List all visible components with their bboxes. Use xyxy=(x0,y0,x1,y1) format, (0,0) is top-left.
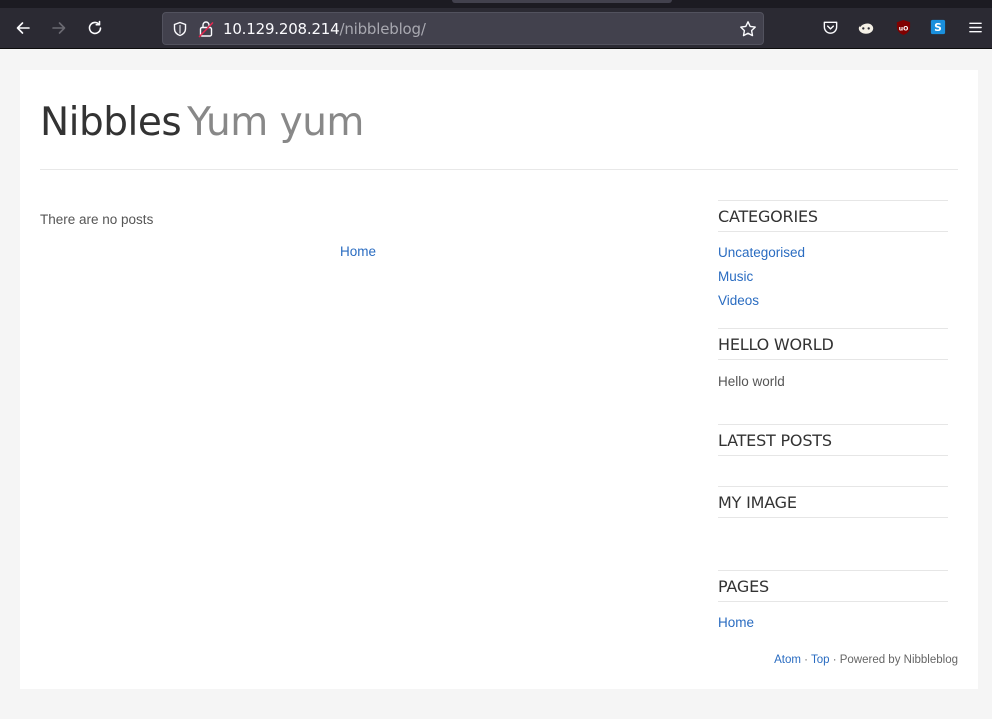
menu-icon[interactable] xyxy=(966,18,984,36)
extension-icon[interactable] xyxy=(857,18,875,36)
site-title: Nibbles Yum yum xyxy=(40,100,364,145)
latest-posts-title: LATEST POSTS xyxy=(718,424,948,456)
site-slogan: Yum yum xyxy=(187,100,364,145)
category-link-uncategorised[interactable]: Uncategorised xyxy=(718,245,805,260)
ublock-icon[interactable]: uO xyxy=(894,18,912,36)
list-item: Home xyxy=(718,614,948,632)
url-text[interactable]: 10.129.208.214/nibbleblog/ xyxy=(223,20,426,38)
pager-home-link[interactable]: Home xyxy=(340,244,376,259)
svg-text:S: S xyxy=(934,21,942,34)
forward-icon[interactable] xyxy=(45,14,73,42)
back-icon[interactable] xyxy=(9,14,37,42)
list-item: Uncategorised xyxy=(718,244,948,262)
footer-separator: · xyxy=(800,654,811,666)
blog-page: Nibbles Yum yum There are no posts Home C… xyxy=(20,70,978,689)
my-image-widget: MY IMAGE xyxy=(718,486,948,518)
browser-toolbar: 10.129.208.214/nibbleblog/ uO S xyxy=(0,0,992,49)
top-link[interactable]: Top xyxy=(811,654,830,666)
hello-world-text: Hello world xyxy=(718,374,785,389)
category-link-music[interactable]: Music xyxy=(718,269,753,284)
bookmark-star-icon[interactable] xyxy=(739,20,757,38)
list-item: Videos xyxy=(718,292,948,310)
address-bar[interactable]: 10.129.208.214/nibbleblog/ xyxy=(162,12,764,45)
insecure-lock-icon[interactable] xyxy=(198,20,214,38)
categories-list: Uncategorised Music Videos xyxy=(718,244,948,310)
reload-icon[interactable] xyxy=(81,14,109,42)
header-divider xyxy=(40,169,958,170)
category-link-videos[interactable]: Videos xyxy=(718,293,759,308)
list-item: Music xyxy=(718,268,948,286)
active-tab[interactable] xyxy=(452,0,672,3)
my-image-title: MY IMAGE xyxy=(718,486,948,518)
s-extension-icon[interactable]: S xyxy=(929,18,947,36)
site-name[interactable]: Nibbles xyxy=(40,100,182,145)
categories-title: CATEGORIES xyxy=(718,200,948,232)
empty-posts-message: There are no posts xyxy=(40,212,154,227)
pocket-icon[interactable] xyxy=(821,18,839,36)
pages-list: Home xyxy=(718,614,948,632)
url-host: 10.129.208.214 xyxy=(223,20,340,38)
pages-widget: PAGES Home xyxy=(718,570,948,638)
latest-posts-widget: LATEST POSTS xyxy=(718,424,948,456)
categories-widget: CATEGORIES Uncategorised Music Videos xyxy=(718,200,948,316)
hello-world-widget: HELLO WORLD Hello world xyxy=(718,328,948,389)
pages-title: PAGES xyxy=(718,570,948,602)
shield-icon[interactable] xyxy=(172,21,188,37)
atom-feed-link[interactable]: Atom xyxy=(774,654,801,666)
page-link-home[interactable]: Home xyxy=(718,615,754,630)
powered-by-text: · Powered by Nibbleblog xyxy=(829,654,958,666)
hello-world-title: HELLO WORLD xyxy=(718,328,948,360)
svg-text:uO: uO xyxy=(898,25,908,32)
footer: Atom · Top · Powered by Nibbleblog xyxy=(774,654,958,666)
url-path: /nibbleblog/ xyxy=(339,20,426,38)
